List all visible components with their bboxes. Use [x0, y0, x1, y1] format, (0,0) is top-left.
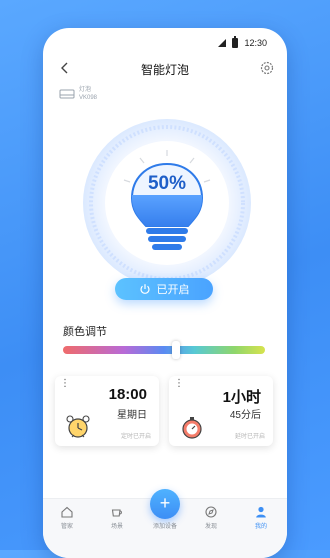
add-device-button[interactable]: + [150, 489, 180, 519]
color-slider-knob[interactable] [172, 341, 181, 359]
user-icon [256, 506, 266, 518]
delay-footer: 延时已开启 [234, 434, 265, 440]
timer-card[interactable]: ⋮ 18:00 星期日 定时已开启 [55, 376, 159, 446]
stopwatch-icon [182, 417, 202, 439]
tab-bar: 管家 场景 + 添加设备 发现 我的 [43, 489, 287, 558]
gear-icon[interactable] [259, 60, 275, 76]
power-icon [139, 284, 150, 294]
add-device-label: 添加设备 [152, 524, 177, 530]
bulb-base-1 [146, 228, 188, 234]
phone-screen: 12:30 智能灯泡 灯泡 VK098 50% 已开启 颜色调节 ⋮ 18:00… [43, 28, 287, 558]
tab-scene[interactable]: 场景 [95, 505, 139, 530]
timer-time: 18:00 [108, 386, 147, 403]
bed-icon [59, 89, 75, 99]
more-icon[interactable]: ⋮ [174, 379, 184, 389]
tab-discover[interactable]: 发现 [189, 505, 233, 530]
tab-home-label: 管家 [60, 524, 73, 530]
delay-time: 1小时 [222, 389, 261, 406]
device-type: 灯泡 [79, 87, 92, 93]
signal-icon [218, 39, 227, 47]
timer-footer: 定时已开启 [120, 434, 151, 440]
device-model: VK098 [79, 95, 98, 101]
power-button[interactable]: 已开启 [115, 278, 213, 300]
top-bar: 智能灯泡 [43, 58, 287, 80]
tab-home[interactable]: 管家 [45, 505, 89, 530]
status-time: 12:30 [244, 38, 267, 48]
plus-icon: + [159, 493, 171, 513]
battery-icon [232, 36, 239, 48]
tab-me[interactable]: 我的 [239, 505, 283, 530]
delay-remaining: 45分后 [229, 410, 261, 421]
status-bar: 12:30 [218, 36, 267, 50]
cup-icon [111, 509, 122, 517]
more-icon[interactable]: ⋮ [60, 379, 70, 389]
compass-icon [205, 506, 217, 518]
brightness-dial[interactable]: 50% [82, 118, 252, 288]
device-info: 灯泡 VK098 [59, 86, 97, 102]
power-label: 已开启 [156, 284, 190, 296]
color-slider[interactable] [63, 346, 265, 354]
brightness-label: 50% [148, 173, 186, 194]
alarm-clock-icon [66, 415, 90, 438]
bulb-base-3 [152, 244, 182, 250]
delay-card[interactable]: ⋮ 1小时 45分后 延时已开启 [169, 376, 273, 446]
tab-discover-label: 发现 [204, 524, 217, 530]
tab-me-label: 我的 [254, 524, 267, 530]
tab-scene-label: 场景 [110, 524, 123, 530]
page-title: 智能灯泡 [140, 63, 189, 77]
timer-day: 星期日 [117, 410, 147, 421]
color-section-title: 颜色调节 [63, 326, 107, 338]
bulb-base-2 [148, 236, 186, 242]
home-icon [61, 506, 73, 518]
